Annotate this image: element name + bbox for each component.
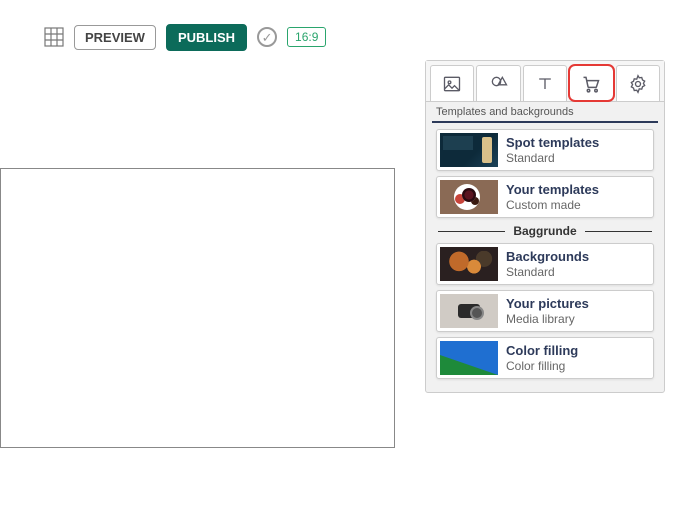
thumb-spot [440, 133, 498, 167]
thumb-your-pictures [440, 294, 498, 328]
section-title-templates: Templates and backgrounds [432, 102, 658, 123]
top-toolbar: PREVIEW PUBLISH ✓ 16:9 [0, 0, 693, 54]
tab-text[interactable] [523, 65, 567, 101]
thumb-your-templates [440, 180, 498, 214]
section-divider-backgrounds: Baggrunde [426, 224, 664, 238]
card-title: Your pictures [506, 296, 589, 312]
card-backgrounds[interactable]: Backgrounds Standard [436, 243, 654, 285]
shopping-cart-icon [581, 74, 601, 94]
card-title: Your templates [506, 182, 599, 198]
card-subtitle: Standard [506, 265, 589, 279]
card-spot-templates[interactable]: Spot templates Standard [436, 129, 654, 171]
tab-settings[interactable] [616, 65, 660, 101]
tab-shapes[interactable] [476, 65, 520, 101]
card-subtitle: Standard [506, 151, 599, 165]
grid-icon[interactable] [44, 27, 64, 47]
text-icon [535, 74, 555, 94]
card-title: Color filling [506, 343, 578, 359]
publish-button[interactable]: PUBLISH [166, 24, 247, 51]
editor-canvas[interactable] [0, 168, 395, 448]
card-title: Backgrounds [506, 249, 589, 265]
aspect-ratio-badge[interactable]: 16:9 [287, 27, 326, 47]
panel-tabs [426, 61, 664, 102]
card-title: Spot templates [506, 135, 599, 151]
check-circle-icon[interactable]: ✓ [257, 27, 277, 47]
card-subtitle: Color filling [506, 359, 578, 373]
gear-icon [628, 74, 648, 94]
card-your-pictures[interactable]: Your pictures Media library [436, 290, 654, 332]
card-your-templates[interactable]: Your templates Custom made [436, 176, 654, 218]
tab-shop[interactable] [569, 65, 613, 101]
thumb-backgrounds [440, 247, 498, 281]
card-subtitle: Media library [506, 312, 589, 326]
card-color-filling[interactable]: Color filling Color filling [436, 337, 654, 379]
thumb-color-filling [440, 341, 498, 375]
image-icon [442, 74, 462, 94]
card-subtitle: Custom made [506, 198, 599, 212]
preview-button[interactable]: PREVIEW [74, 25, 156, 50]
tab-image[interactable] [430, 65, 474, 101]
shapes-icon [489, 74, 509, 94]
right-panel: Templates and backgrounds Spot templates… [425, 60, 665, 393]
section-title-backgrounds: Baggrunde [513, 224, 576, 238]
